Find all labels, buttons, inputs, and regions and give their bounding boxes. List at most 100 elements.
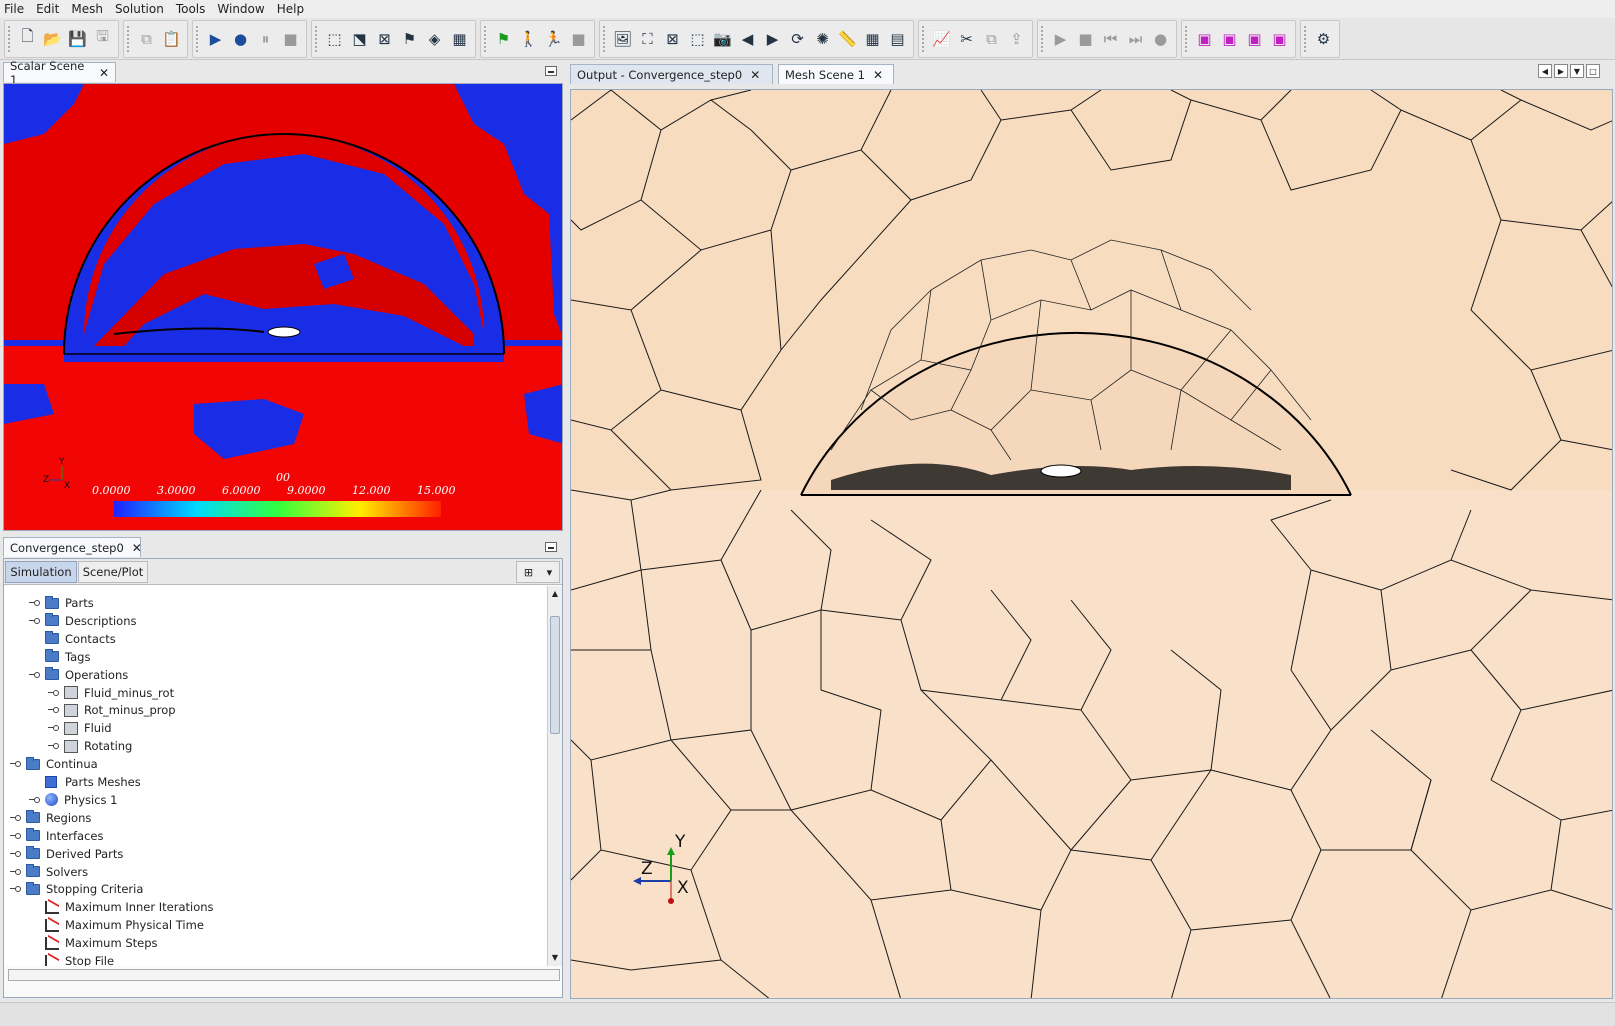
maximize-icon[interactable]: □: [1586, 64, 1600, 78]
menu-tools[interactable]: Tools: [176, 2, 206, 16]
toolbar-grip[interactable]: [196, 25, 200, 52]
export-icon[interactable]: ⇪: [1004, 25, 1029, 53]
tree-item-tags[interactable]: Tags: [29, 648, 90, 666]
menu-mesh[interactable]: Mesh: [71, 2, 103, 16]
toolbar-grip[interactable]: [1041, 25, 1045, 52]
prev-frame-icon[interactable]: ⏮: [1098, 25, 1123, 53]
tab-next-icon[interactable]: ▶: [1554, 64, 1568, 78]
tree-options-button[interactable]: ⊞ ▾: [516, 561, 560, 583]
toolbar-grip[interactable]: [1185, 25, 1189, 52]
forward-icon[interactable]: ▶: [760, 25, 785, 53]
expand-toggle-icon[interactable]: [10, 849, 21, 859]
camera-icon[interactable]: 📷: [710, 25, 735, 53]
toolbar-grip[interactable]: [127, 25, 131, 52]
window-icon-1[interactable]: ▣: [1192, 25, 1217, 53]
tree-item-stopping-criteria[interactable]: Stopping Criteria: [10, 880, 143, 898]
zoom-icon[interactable]: ⊠: [660, 25, 685, 53]
rotate-icon[interactable]: ⟳: [785, 25, 810, 53]
close-icon[interactable]: ✕: [99, 66, 109, 80]
minimize-button[interactable]: [545, 542, 557, 552]
scroll-down-icon[interactable]: ▼: [548, 950, 562, 964]
tree-item-fluid[interactable]: Fluid: [48, 719, 112, 737]
tab-scalar-scene[interactable]: Scalar Scene 1 ✕: [3, 59, 116, 87]
plot-icon[interactable]: 📈: [929, 25, 954, 53]
close-icon[interactable]: ✕: [132, 541, 142, 555]
expand-toggle-icon[interactable]: [48, 688, 59, 698]
settings-gear-icon[interactable]: ⚙: [1311, 25, 1336, 53]
window-icon-2[interactable]: ▣: [1217, 25, 1242, 53]
expand-toggle-icon[interactable]: [29, 598, 40, 608]
window-icon-3[interactable]: ▣: [1242, 25, 1267, 53]
tree-scrollbar[interactable]: ▲ ▼: [547, 586, 562, 966]
tree-item-parts[interactable]: Parts: [29, 594, 94, 612]
tab-mesh-scene-1[interactable]: Mesh Scene 1 ✕: [778, 64, 894, 84]
tree-item-continua[interactable]: Continua: [10, 755, 98, 773]
stop-icon[interactable]: ■: [278, 25, 303, 53]
prism-mesh-icon[interactable]: ◈: [422, 25, 447, 53]
tab-simulation[interactable]: Simulation: [5, 561, 77, 583]
walk-icon[interactable]: 🚶: [516, 25, 541, 53]
mesh-surface-icon[interactable]: ⬔: [347, 25, 372, 53]
tab-output-convergence-step0[interactable]: Output - Convergence_step0 ✕: [570, 64, 773, 84]
copy-plot-icon[interactable]: ⧉: [979, 25, 1004, 53]
tree-item-rotating[interactable]: Rotating: [48, 737, 132, 755]
toolbar-grip[interactable]: [1304, 25, 1308, 52]
stop-red-icon[interactable]: ■: [566, 25, 591, 53]
step-icon[interactable]: ●: [228, 25, 253, 53]
tab-scene-plot[interactable]: Scene/Plot: [78, 561, 148, 583]
close-icon[interactable]: ✕: [873, 68, 883, 82]
volume-mesh-icon[interactable]: ▦: [447, 25, 472, 53]
fit-icon[interactable]: ⛶: [635, 25, 660, 53]
expand-toggle-icon[interactable]: [29, 670, 40, 680]
new-file-icon[interactable]: 🗋: [15, 25, 40, 53]
menu-help[interactable]: Help: [277, 2, 304, 16]
expand-toggle-icon[interactable]: [48, 723, 59, 733]
toolbar-grip[interactable]: [484, 25, 488, 52]
tree-item-fluid-minus-rot[interactable]: Fluid_minus_rot: [48, 684, 174, 702]
back-icon[interactable]: ◀: [735, 25, 760, 53]
tree-item-parts-meshes[interactable]: Parts Meshes: [29, 773, 141, 791]
stop-icon-2[interactable]: ■: [1073, 25, 1098, 53]
menu-edit[interactable]: Edit: [36, 2, 59, 16]
clear-mesh-icon[interactable]: ⊠: [372, 25, 397, 53]
select-icon[interactable]: ⬚: [685, 25, 710, 53]
tree-item-contacts[interactable]: Contacts: [29, 630, 116, 648]
tab-prev-icon[interactable]: ◀: [1538, 64, 1552, 78]
expand-toggle-icon[interactable]: [10, 813, 21, 823]
tree-item-physics-1[interactable]: Physics 1: [29, 791, 118, 809]
save-as-icon[interactable]: 🖫: [90, 25, 115, 53]
menu-window[interactable]: Window: [217, 2, 264, 16]
expand-toggle-icon[interactable]: [48, 741, 59, 751]
tree-item-rot-minus-prop[interactable]: Rot_minus_prop: [48, 701, 176, 719]
toolbar-grip[interactable]: [603, 25, 607, 52]
paste-icon[interactable]: 📋: [159, 25, 184, 53]
toolbar-grip[interactable]: [315, 25, 319, 52]
tree-item-maximum-physical-time[interactable]: Maximum Physical Time: [29, 916, 204, 934]
scene-icon[interactable]: 🖼: [610, 25, 635, 53]
record-icon[interactable]: ●: [1148, 25, 1173, 53]
horizontal-scrollbar[interactable]: [8, 969, 560, 981]
cut-icon[interactable]: ✂: [954, 25, 979, 53]
expand-toggle-icon[interactable]: [10, 867, 21, 877]
mesh-scene-viewport[interactable]: Y Z X: [570, 89, 1613, 999]
tree-item-maximum-inner-iterations[interactable]: Maximum Inner Iterations: [29, 898, 214, 916]
expand-toggle-icon[interactable]: [29, 795, 40, 805]
grid2-icon[interactable]: ▤: [885, 25, 910, 53]
expand-toggle-icon[interactable]: [10, 884, 21, 894]
scroll-up-icon[interactable]: ▲: [548, 586, 562, 600]
open-file-icon[interactable]: 📂: [40, 25, 65, 53]
window-icon-4[interactable]: ▣: [1267, 25, 1292, 53]
initialize-flag-icon[interactable]: ⚑: [491, 25, 516, 53]
minimize-button[interactable]: [545, 66, 557, 76]
expand-toggle-icon[interactable]: [48, 705, 59, 715]
play-icon[interactable]: ▶: [1048, 25, 1073, 53]
run-fast-icon[interactable]: 🏃: [541, 25, 566, 53]
menu-solution[interactable]: Solution: [115, 2, 164, 16]
tab-list-icon[interactable]: ▼: [1570, 64, 1584, 78]
toolbar-grip[interactable]: [8, 25, 12, 52]
ruler-icon[interactable]: 📏: [835, 25, 860, 53]
tree-item-interfaces[interactable]: Interfaces: [10, 827, 103, 845]
tab-convergence-step0[interactable]: Convergence_step0 ✕: [3, 537, 142, 557]
light-icon[interactable]: ✺: [810, 25, 835, 53]
flag-mesh-icon[interactable]: ⚑: [397, 25, 422, 53]
